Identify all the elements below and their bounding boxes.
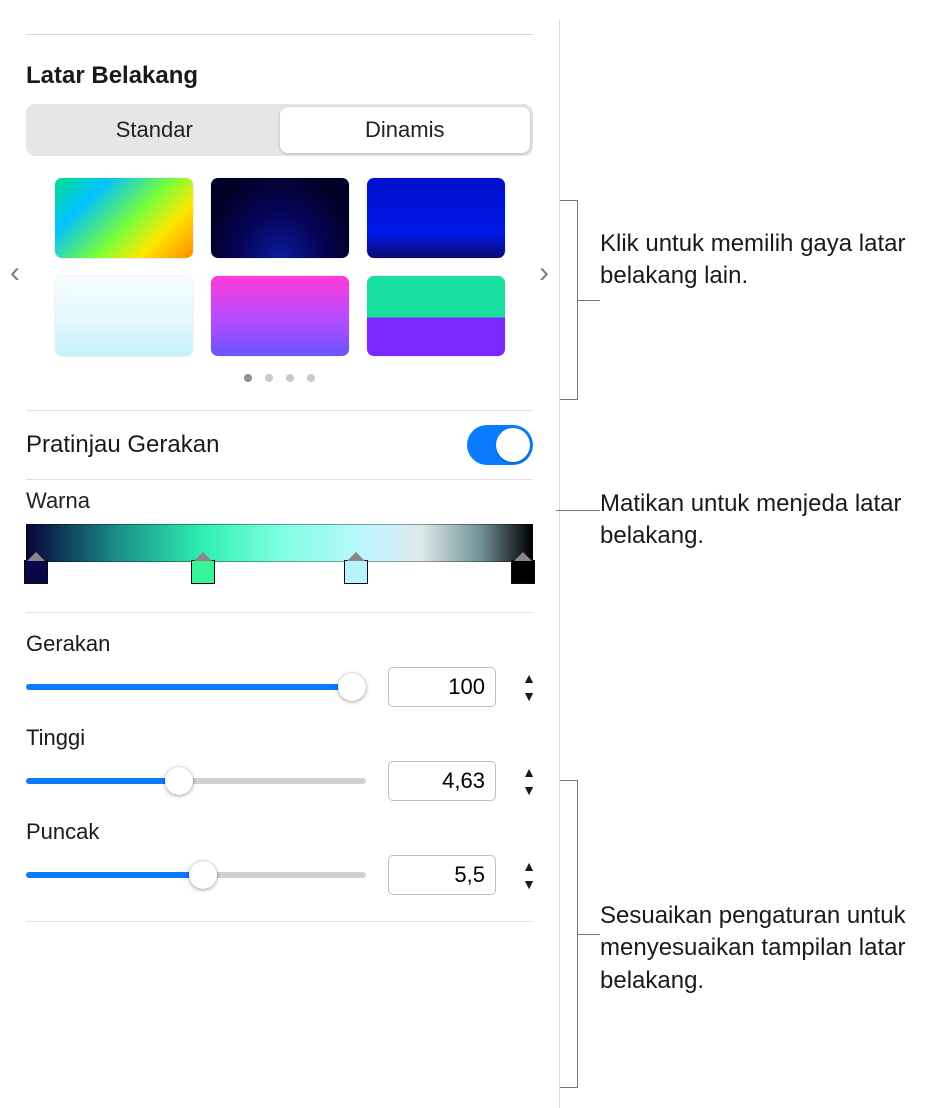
- motion-preview-row: Pratinjau Gerakan: [26, 411, 533, 479]
- annotation-layer: Klik untuk memilih gaya latar belakang l…: [560, 20, 920, 1108]
- tinggi-label: Tinggi: [26, 725, 533, 751]
- tinggi-stepper: ▲ ▼: [518, 761, 540, 801]
- gradient-stop[interactable]: [344, 560, 368, 584]
- puncak-row: Puncak ▲ ▼: [26, 819, 533, 895]
- gerakan-slider[interactable]: [26, 684, 366, 690]
- page-dot[interactable]: [265, 374, 273, 382]
- color-label: Warna: [26, 488, 533, 514]
- tinggi-slider[interactable]: [26, 778, 366, 784]
- callout-adjust: Sesuaikan pengaturan untuk menyesuaikan …: [560, 900, 920, 997]
- motion-preview-label: Pratinjau Gerakan: [26, 431, 219, 459]
- stepper-down-icon[interactable]: ▼: [518, 687, 540, 705]
- page-dot[interactable]: [244, 374, 252, 382]
- segment-standard[interactable]: Standar: [29, 107, 280, 153]
- chevron-left-icon[interactable]: ‹: [6, 252, 24, 294]
- page-dot[interactable]: [286, 374, 294, 382]
- slider-knob[interactable]: [338, 673, 366, 701]
- background-thumbnail[interactable]: [211, 276, 349, 356]
- chevron-right-icon[interactable]: ›: [535, 252, 553, 294]
- stepper-down-icon[interactable]: ▼: [518, 875, 540, 893]
- callout-styles: Klik untuk memilih gaya latar belakang l…: [560, 228, 920, 293]
- background-type-segmented: Standar Dinamis: [26, 104, 533, 156]
- background-style-picker: ‹ ›: [26, 178, 533, 382]
- gradient-stop[interactable]: [24, 560, 48, 584]
- section-title-background: Latar Belakang: [26, 62, 533, 90]
- background-thumbnail[interactable]: [211, 178, 349, 258]
- slider-knob[interactable]: [189, 861, 217, 889]
- tinggi-row: Tinggi ▲ ▼: [26, 725, 533, 801]
- background-thumbnail[interactable]: [55, 276, 193, 356]
- stepper-down-icon[interactable]: ▼: [518, 781, 540, 799]
- gradient-stop[interactable]: [191, 560, 215, 584]
- tinggi-input[interactable]: [388, 761, 496, 801]
- stepper-up-icon[interactable]: ▲: [518, 763, 540, 781]
- background-thumbnail[interactable]: [55, 178, 193, 258]
- gerakan-row: Gerakan ▲ ▼: [26, 631, 533, 707]
- page-dots: [26, 374, 533, 382]
- stepper-up-icon[interactable]: ▲: [518, 857, 540, 875]
- color-section: Warna: [26, 488, 533, 594]
- color-gradient-bar[interactable]: [26, 524, 533, 562]
- motion-preview-toggle[interactable]: [467, 425, 533, 465]
- background-thumbnail[interactable]: [367, 178, 505, 258]
- puncak-input[interactable]: [388, 855, 496, 895]
- callout-pause: Matikan untuk menjeda latar belakang.: [560, 488, 920, 553]
- background-settings-panel: Latar Belakang Standar Dinamis ‹ › Prati…: [0, 20, 560, 1108]
- gerakan-label: Gerakan: [26, 631, 533, 657]
- gerakan-input[interactable]: [388, 667, 496, 707]
- page-dot[interactable]: [307, 374, 315, 382]
- gradient-stops: [26, 560, 533, 594]
- gradient-stop[interactable]: [511, 560, 535, 584]
- slider-knob[interactable]: [165, 767, 193, 795]
- background-thumbnail[interactable]: [367, 276, 505, 356]
- puncak-slider[interactable]: [26, 872, 366, 878]
- segment-dynamic[interactable]: Dinamis: [280, 107, 531, 153]
- gerakan-stepper: ▲ ▼: [518, 667, 540, 707]
- stepper-up-icon[interactable]: ▲: [518, 669, 540, 687]
- puncak-stepper: ▲ ▼: [518, 855, 540, 895]
- puncak-label: Puncak: [26, 819, 533, 845]
